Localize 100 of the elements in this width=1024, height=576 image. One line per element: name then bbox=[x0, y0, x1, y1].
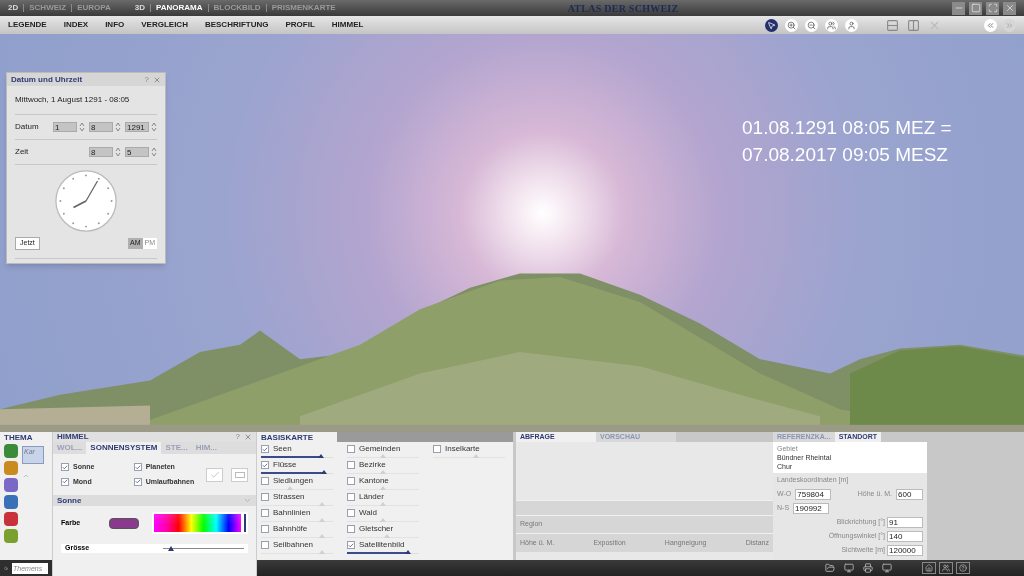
reset-button[interactable] bbox=[231, 467, 248, 482]
menu-item[interactable]: INFO bbox=[105, 19, 125, 31]
number-field[interactable]: 8 bbox=[89, 122, 113, 132]
checkbox[interactable] bbox=[261, 445, 269, 453]
input-field[interactable]: 140 bbox=[887, 530, 923, 542]
checkbox[interactable] bbox=[347, 445, 355, 453]
checkbox[interactable] bbox=[61, 477, 69, 486]
layer-label: Länder bbox=[359, 492, 384, 502]
checkbox[interactable] bbox=[261, 493, 269, 501]
slider-thumb[interactable] bbox=[321, 470, 328, 474]
restore-button[interactable] bbox=[969, 1, 982, 15]
checkbox[interactable] bbox=[261, 541, 269, 549]
mode-link[interactable]: PANORAMA bbox=[156, 2, 203, 14]
home-button[interactable] bbox=[922, 562, 936, 574]
menu-item[interactable]: HIMMEL bbox=[331, 19, 364, 31]
layer-label: Bezirke bbox=[359, 460, 386, 470]
double-chevron-icon bbox=[1005, 20, 1014, 30]
screen-icon[interactable] bbox=[882, 563, 892, 573]
mode-label: 3D bbox=[134, 2, 145, 14]
checkbox[interactable] bbox=[261, 525, 269, 533]
zoom-in-button[interactable] bbox=[785, 18, 799, 32]
checkbox[interactable] bbox=[347, 509, 355, 517]
person-button[interactable] bbox=[845, 18, 859, 32]
layer-label: Kantone bbox=[359, 476, 389, 486]
people-icon bbox=[942, 564, 950, 572]
people-button[interactable] bbox=[939, 562, 953, 574]
checkbox[interactable] bbox=[61, 463, 69, 472]
printer-icon[interactable] bbox=[863, 563, 873, 573]
checkbox[interactable] bbox=[133, 477, 142, 486]
layer-label: Flüsse bbox=[273, 460, 297, 470]
checkbox[interactable] bbox=[347, 525, 355, 533]
people-button[interactable] bbox=[825, 18, 839, 32]
checkbox[interactable] bbox=[347, 477, 355, 485]
zoom-out-icon bbox=[807, 20, 817, 30]
slider-thumb[interactable] bbox=[405, 550, 412, 554]
home-icon bbox=[925, 564, 933, 572]
close-icon[interactable] bbox=[153, 75, 161, 84]
check-icon bbox=[209, 469, 220, 480]
checkbox[interactable] bbox=[347, 493, 355, 501]
help-button[interactable] bbox=[956, 562, 970, 574]
layer-label: Bahnhöfe bbox=[273, 524, 308, 534]
checkbox[interactable] bbox=[261, 477, 269, 485]
spinner-icon[interactable] bbox=[115, 122, 121, 132]
collapse-button[interactable] bbox=[984, 18, 997, 32]
layer-label: Gemeinden bbox=[359, 444, 401, 454]
number-field[interactable]: 8 bbox=[89, 147, 113, 157]
number-field[interactable]: 1 bbox=[53, 122, 77, 132]
slider-thumb[interactable] bbox=[317, 454, 324, 458]
split-view-icon[interactable] bbox=[907, 18, 921, 32]
menu-item[interactable]: LEGENDE bbox=[8, 19, 47, 31]
bracket-icon bbox=[234, 471, 245, 478]
folder-icon[interactable] bbox=[825, 563, 835, 573]
close-icon[interactable] bbox=[244, 433, 252, 441]
fullscreen-button[interactable] bbox=[986, 1, 999, 15]
field-label: Datum bbox=[15, 121, 40, 133]
input-field[interactable]: 120000 bbox=[887, 544, 923, 556]
spinner-icon[interactable] bbox=[151, 122, 157, 132]
menu-item[interactable]: VERGLEICH bbox=[141, 19, 188, 31]
tab[interactable]: SONNENSYSTEM bbox=[86, 442, 162, 454]
layer-label: Satellitenbild bbox=[359, 540, 405, 550]
spinner-icon[interactable] bbox=[79, 122, 85, 132]
minimize-button[interactable] bbox=[952, 1, 965, 15]
pointer-button[interactable] bbox=[765, 18, 779, 32]
zoom-out-button[interactable] bbox=[805, 18, 819, 32]
menu-item[interactable]: INDEX bbox=[63, 19, 89, 31]
close-button[interactable] bbox=[1003, 1, 1016, 15]
checkbox[interactable] bbox=[347, 461, 355, 469]
pointer-icon bbox=[767, 20, 777, 30]
layout-icon[interactable] bbox=[886, 18, 900, 32]
input-field[interactable]: 600 bbox=[896, 488, 923, 500]
spinner-icon[interactable] bbox=[151, 147, 157, 157]
input-field[interactable]: 190992 bbox=[793, 502, 830, 514]
number-field[interactable]: 1291 bbox=[125, 122, 149, 132]
panel-title: THEMA bbox=[3, 432, 34, 442]
color-swatch[interactable] bbox=[109, 517, 139, 529]
apply-button[interactable] bbox=[206, 467, 223, 482]
input-field[interactable]: 91 bbox=[887, 516, 923, 528]
double-chevron-icon bbox=[986, 20, 995, 30]
number-field[interactable]: 5 bbox=[125, 147, 149, 157]
layer-label: Siedlungen bbox=[273, 476, 314, 486]
zoom-in-icon bbox=[787, 20, 797, 30]
color-picker[interactable] bbox=[152, 512, 248, 534]
input-field[interactable]: 759804 bbox=[795, 488, 832, 500]
checkbox[interactable] bbox=[433, 445, 441, 453]
date-overlay-text: 01.08.1291 08:05 MEZ = bbox=[742, 116, 952, 140]
checkbox[interactable] bbox=[261, 509, 269, 517]
mode-label: 2D bbox=[8, 2, 19, 14]
monitor-icon[interactable] bbox=[844, 563, 854, 573]
date-overlay-text: 07.08.2017 09:05 MESZ bbox=[742, 143, 949, 167]
layer-label: Wald bbox=[359, 508, 377, 518]
checkbox[interactable] bbox=[133, 463, 142, 472]
menu-item[interactable]: PROFIL bbox=[285, 19, 315, 31]
checkbox[interactable] bbox=[347, 541, 355, 549]
size-slider-thumb[interactable] bbox=[168, 545, 175, 551]
section-header[interactable]: Sonne bbox=[57, 494, 82, 507]
checkbox[interactable] bbox=[261, 461, 269, 469]
menu-item[interactable]: BESCHRIFTUNG bbox=[204, 19, 269, 31]
chevron-icon[interactable] bbox=[243, 496, 252, 505]
chevron-up-icon[interactable] bbox=[22, 472, 30, 480]
spinner-icon[interactable] bbox=[115, 147, 121, 157]
